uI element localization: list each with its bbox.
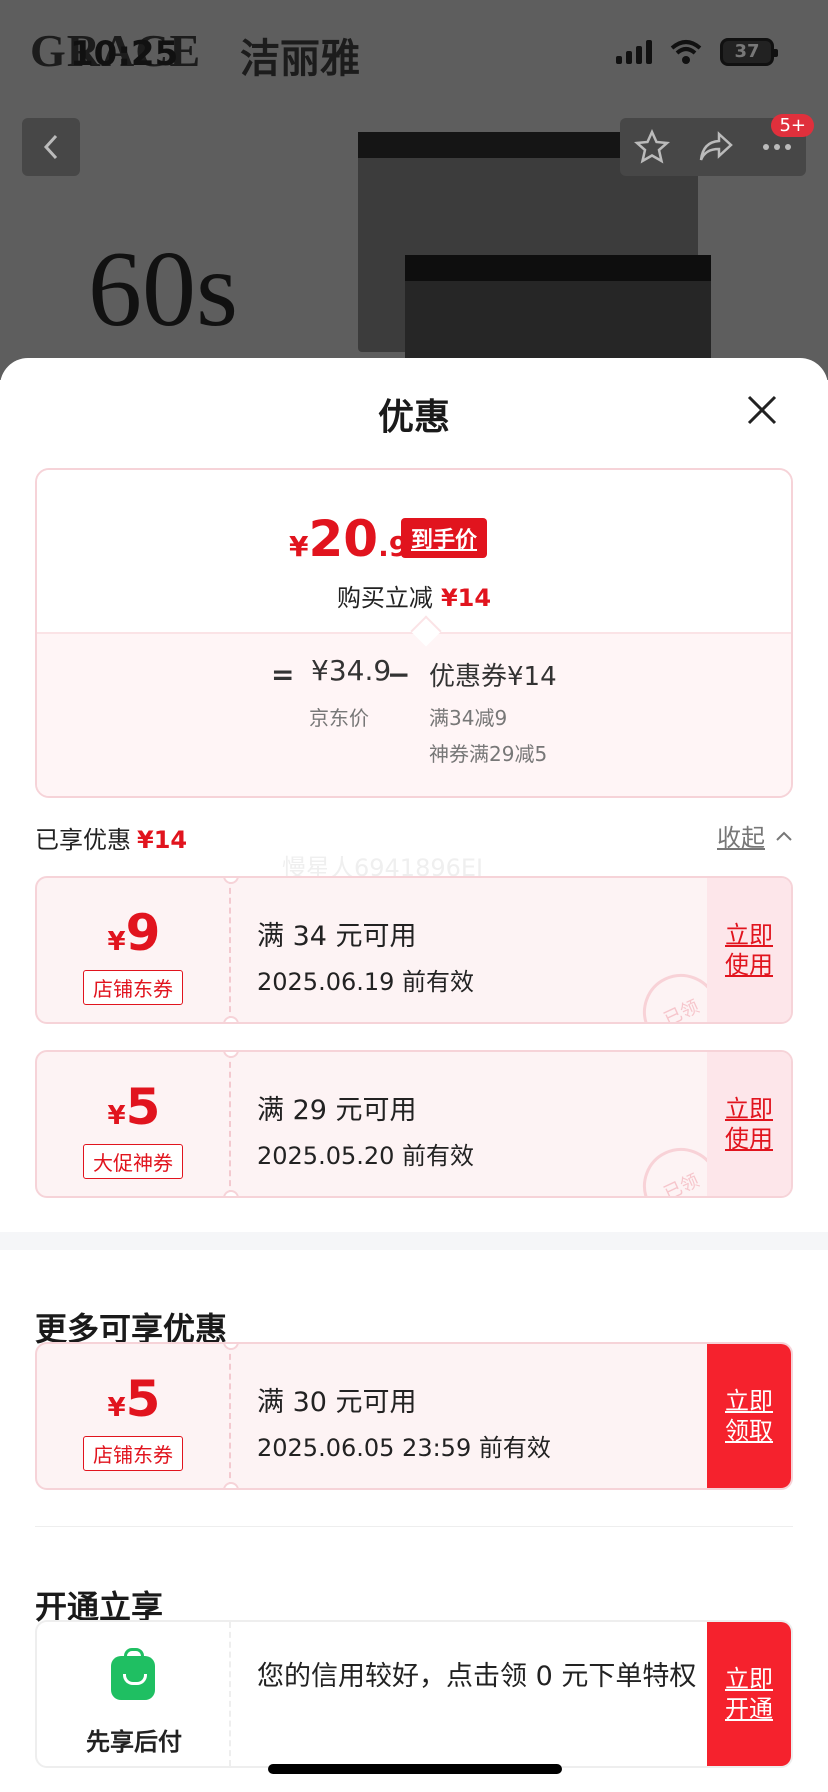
open-now-button[interactable]: 立即开通 [707,1622,791,1766]
back-button[interactable] [22,118,80,176]
discount-sheet: 优惠 ¥20.9 到手价 购买立减 ¥14 = ¥34.9 京东价 − 优惠券¥1… [0,358,828,1792]
coupon-amount: ¥9 [107,904,161,962]
sheet-title: 优惠 [377,397,450,438]
coupon-type: 大促神券 [83,1144,183,1179]
coupon-type: 店铺东券 [83,1436,183,1471]
chevron-up-icon [776,831,792,841]
original-price: ¥34.9 [311,654,392,687]
original-price-label: 京东价 [309,706,369,730]
coupon-amount: ¥5 [107,1078,161,1136]
battery-icon: 37 [720,38,778,66]
more-icon[interactable] [762,142,792,152]
notification-badge: 5+ [771,114,814,137]
chevron-left-icon [43,134,58,160]
coupon-card: ¥5 店铺东券 满 30 元可用 2025.06.05 23:59 前有效 立即… [35,1342,793,1490]
coupon-card: ¥9 店铺东券 满 34 元可用 2025.06.19 前有效 已领 立即使用 [35,876,793,1024]
pay-later-label: 先享后付 [86,1728,182,1756]
coupon-detail: 神券满29减5 [429,742,548,766]
coupon-expiry: 2025.06.19 前有效 [257,968,475,996]
status-time: 10:25 [70,34,179,74]
price-summary-card: ¥20.9 到手价 购买立减 ¥14 = ¥34.9 京东价 − 优惠券¥14 满… [35,468,793,798]
pay-later-card: 先享后付 您的信用较好，点击领 0 元下单特权 立即开通 [35,1620,793,1768]
final-price: ¥20.9 [289,510,409,568]
coupon-total: 优惠券¥14 [429,662,557,692]
coupon-expiry: 2025.06.05 23:59 前有效 [257,1434,551,1462]
section-divider [35,1526,793,1527]
coupon-card: ¥5 大促神券 满 29 元可用 2025.05.20 前有效 已领 立即使用 [35,1050,793,1198]
section-divider [0,1232,828,1250]
claim-now-button[interactable]: 立即领取 [707,1344,791,1488]
pay-later-text: 您的信用较好，点击领 0 元下单特权 [257,1661,697,1692]
star-icon[interactable] [633,129,670,165]
close-icon[interactable] [744,392,780,428]
minus-sign: − [387,658,411,691]
coupon-condition: 满 29 元可用 [257,1095,417,1126]
brand-logo-cn: 洁丽雅 [240,36,360,82]
coupon-expiry: 2025.05.20 前有效 [257,1142,475,1170]
instant-reduction: 购买立减 ¥14 [336,584,492,612]
coupon-condition: 满 34 元可用 [257,921,417,952]
equals-sign: = [271,658,295,691]
product-spec-text: 60s [88,230,239,349]
shopping-bag-icon [111,1648,155,1700]
signal-icon [616,40,652,64]
open-action-wrap: 立即开通 [707,1622,791,1766]
final-price-tag: 到手价 [401,518,488,558]
enjoyed-discount: 已享优惠 ¥14 [35,826,188,854]
use-now-button[interactable]: 立即使用 [707,1052,791,1196]
share-icon[interactable] [697,130,735,164]
coupon-amount: ¥5 [107,1370,161,1428]
coupon-type: 店铺东券 [83,970,183,1005]
home-indicator [268,1764,562,1774]
coupon-condition: 满 30 元可用 [257,1387,417,1418]
status-icons: 37 [616,38,778,66]
wifi-icon [670,40,702,64]
collapse-button[interactable]: 收起 [717,818,793,853]
coupon-detail: 满34减9 [429,706,508,730]
use-now-button[interactable]: 立即使用 [707,878,791,1022]
product-background: 60s GRACE 洁丽雅 10:25 37 5+ [0,0,828,380]
